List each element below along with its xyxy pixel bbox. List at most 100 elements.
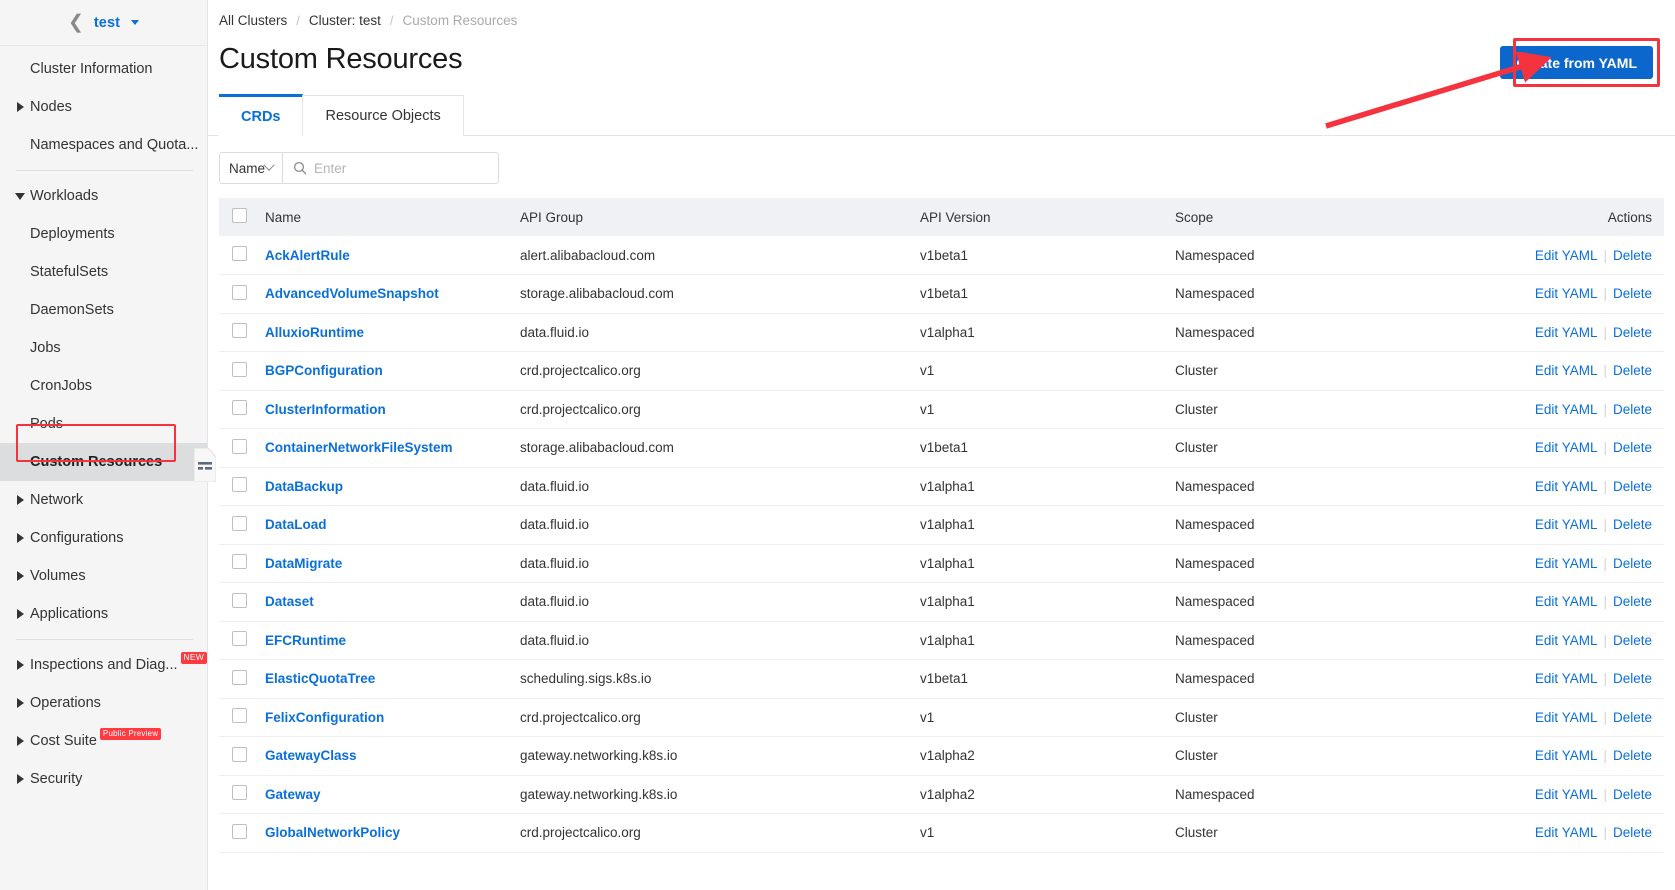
row-checkbox[interactable] — [232, 592, 247, 608]
delete-link[interactable]: Delete — [1613, 402, 1652, 417]
breadcrumb-cluster[interactable]: Cluster: test — [309, 13, 381, 28]
crd-name-link[interactable]: DataBackup — [265, 479, 343, 494]
crd-name-link[interactable]: Dataset — [265, 594, 314, 609]
crd-name-link[interactable]: AlluxioRuntime — [265, 325, 364, 340]
row-checkbox[interactable] — [232, 669, 247, 685]
delete-link[interactable]: Delete — [1613, 594, 1652, 609]
crd-name-link[interactable]: GlobalNetworkPolicy — [265, 825, 400, 840]
tab-resource-objects[interactable]: Resource Objects — [302, 95, 464, 136]
sidebar-item-cronjobs[interactable]: CronJobs — [0, 367, 207, 405]
sidebar-item-jobs[interactable]: Jobs — [0, 329, 207, 367]
delete-link[interactable]: Delete — [1613, 286, 1652, 301]
cluster-selector[interactable]: ❮ test — [0, 0, 207, 46]
row-checkbox[interactable] — [232, 515, 247, 531]
sidebar-item-namespaces-and-quotas[interactable]: Namespaces and Quota... — [0, 126, 207, 164]
sidebar-item-cluster-information[interactable]: Cluster Information — [0, 50, 207, 88]
edit-yaml-link[interactable]: Edit YAML — [1535, 748, 1598, 763]
crd-name-link[interactable]: ElasticQuotaTree — [265, 671, 375, 686]
sidebar-item-statefulsets[interactable]: StatefulSets — [0, 253, 207, 291]
crd-name-link[interactable]: BGPConfiguration — [265, 363, 383, 378]
delete-link[interactable]: Delete — [1613, 248, 1652, 263]
sidebar-item-volumes[interactable]: Volumes — [0, 557, 207, 595]
chevron-right-icon[interactable] — [12, 571, 28, 581]
sidebar-item-custom-resources[interactable]: Custom Resources — [0, 443, 207, 481]
chevron-right-icon[interactable] — [12, 609, 28, 619]
edit-yaml-link[interactable]: Edit YAML — [1535, 325, 1598, 340]
row-checkbox[interactable] — [232, 785, 247, 801]
row-checkbox[interactable] — [232, 284, 247, 300]
edit-yaml-link[interactable]: Edit YAML — [1535, 517, 1598, 532]
crd-name-link[interactable]: ClusterInformation — [265, 402, 386, 417]
sidebar-item-operations[interactable]: Operations — [0, 684, 207, 722]
delete-link[interactable]: Delete — [1613, 363, 1652, 378]
column-header-api-group[interactable]: API Group — [520, 198, 920, 236]
row-checkbox[interactable] — [232, 746, 247, 762]
sidebar-item-workloads[interactable]: Workloads — [0, 177, 207, 215]
chevron-right-icon[interactable] — [12, 495, 28, 505]
crd-name-link[interactable]: EFCRuntime — [265, 633, 346, 648]
row-checkbox[interactable] — [232, 438, 247, 454]
row-checkbox[interactable] — [232, 631, 247, 647]
edit-yaml-link[interactable]: Edit YAML — [1535, 594, 1598, 609]
delete-link[interactable]: Delete — [1613, 671, 1652, 686]
column-header-name[interactable]: Name — [265, 198, 520, 236]
crd-name-link[interactable]: Gateway — [265, 787, 321, 802]
delete-link[interactable]: Delete — [1613, 787, 1652, 802]
chevron-down-icon[interactable] — [263, 159, 275, 171]
delete-link[interactable]: Delete — [1613, 825, 1652, 840]
edit-yaml-link[interactable]: Edit YAML — [1535, 825, 1598, 840]
caret-down-icon[interactable] — [131, 20, 140, 25]
chevron-right-icon[interactable] — [12, 736, 28, 746]
crd-name-link[interactable]: FelixConfiguration — [265, 710, 384, 725]
edit-yaml-link[interactable]: Edit YAML — [1535, 633, 1598, 648]
sidebar-item-cost-suite[interactable]: Cost Suite Public Preview — [0, 722, 207, 760]
chevron-right-icon[interactable] — [12, 774, 28, 784]
sidebar-item-security[interactable]: Security — [0, 760, 207, 798]
chevron-down-icon[interactable] — [12, 192, 28, 200]
sidebar-item-daemonsets[interactable]: DaemonSets — [0, 291, 207, 329]
edit-yaml-link[interactable]: Edit YAML — [1535, 286, 1598, 301]
crd-name-link[interactable]: DataLoad — [265, 517, 327, 532]
chevron-left-icon[interactable]: ❮ — [68, 13, 84, 32]
column-header-api-version[interactable]: API Version — [920, 198, 1175, 236]
sidebar-item-pods[interactable]: Pods — [0, 405, 207, 443]
crd-name-link[interactable]: DataMigrate — [265, 556, 342, 571]
select-all-checkbox[interactable] — [232, 208, 247, 223]
edit-yaml-link[interactable]: Edit YAML — [1535, 671, 1598, 686]
column-header-scope[interactable]: Scope — [1175, 198, 1425, 236]
delete-link[interactable]: Delete — [1613, 440, 1652, 455]
edit-yaml-link[interactable]: Edit YAML — [1535, 248, 1598, 263]
chevron-right-icon[interactable] — [12, 698, 28, 708]
tab-crds[interactable]: CRDs — [219, 94, 304, 137]
delete-link[interactable]: Delete — [1613, 325, 1652, 340]
sidebar-item-nodes[interactable]: Nodes — [0, 88, 207, 126]
edit-yaml-link[interactable]: Edit YAML — [1535, 787, 1598, 802]
row-checkbox[interactable] — [232, 477, 247, 493]
chevron-right-icon[interactable] — [12, 102, 28, 112]
crd-name-link[interactable]: AckAlertRule — [265, 248, 350, 263]
edit-yaml-link[interactable]: Edit YAML — [1535, 479, 1598, 494]
row-checkbox[interactable] — [232, 823, 247, 839]
crd-name-link[interactable]: GatewayClass — [265, 748, 357, 763]
chevron-right-icon[interactable] — [12, 660, 28, 670]
edit-yaml-link[interactable]: Edit YAML — [1535, 556, 1598, 571]
collapse-panel-icon[interactable] — [194, 448, 216, 482]
row-checkbox[interactable] — [232, 400, 247, 416]
create-from-yaml-button[interactable]: Create from YAML — [1500, 46, 1653, 79]
delete-link[interactable]: Delete — [1613, 633, 1652, 648]
delete-link[interactable]: Delete — [1613, 479, 1652, 494]
row-checkbox[interactable] — [232, 554, 247, 570]
row-checkbox[interactable] — [232, 246, 247, 261]
sidebar-item-inspections-and-diagnostics[interactable]: Inspections and Diag... NEW — [0, 646, 207, 684]
edit-yaml-link[interactable]: Edit YAML — [1535, 402, 1598, 417]
search-input[interactable] — [314, 160, 492, 176]
sidebar-item-configurations[interactable]: Configurations — [0, 519, 207, 557]
delete-link[interactable]: Delete — [1613, 748, 1652, 763]
edit-yaml-link[interactable]: Edit YAML — [1535, 710, 1598, 725]
row-checkbox[interactable] — [232, 323, 247, 339]
delete-link[interactable]: Delete — [1613, 556, 1652, 571]
row-checkbox[interactable] — [232, 361, 247, 377]
sidebar-item-deployments[interactable]: Deployments — [0, 215, 207, 253]
chevron-right-icon[interactable] — [12, 533, 28, 543]
sidebar-item-applications[interactable]: Applications — [0, 595, 207, 633]
